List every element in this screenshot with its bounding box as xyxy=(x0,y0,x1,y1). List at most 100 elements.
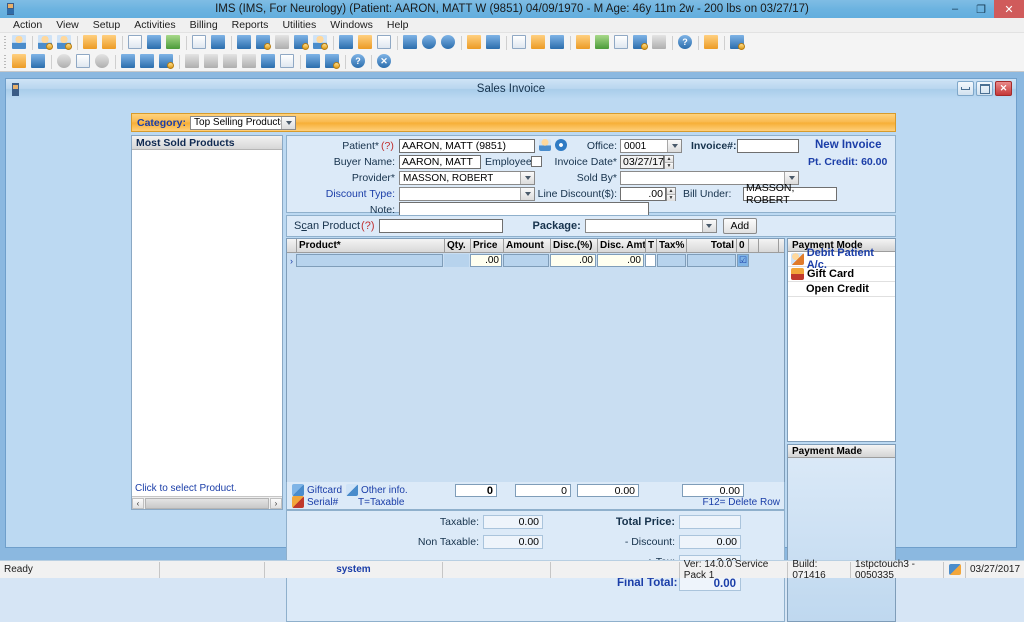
refresh-all-icon[interactable] xyxy=(324,53,341,70)
calendar-grid-icon[interactable] xyxy=(338,34,355,51)
patient-edit-icon[interactable] xyxy=(56,34,73,51)
refresh-icon[interactable] xyxy=(305,53,322,70)
cell-disc-amt[interactable]: .00 xyxy=(597,254,644,267)
save-icon[interactable] xyxy=(120,53,137,70)
grid-col-taxable[interactable]: T xyxy=(646,239,657,252)
cell-disc-pct[interactable]: .00 xyxy=(550,254,596,267)
invoice-date-field[interactable]: 03/27/17 xyxy=(620,155,664,169)
cell-total[interactable] xyxy=(687,254,736,267)
cell-product[interactable] xyxy=(296,254,443,267)
patient-field[interactable]: AARON, MATT (9851) xyxy=(399,139,535,153)
cell-tax-pct[interactable] xyxy=(657,254,686,267)
grid-col-extra1[interactable] xyxy=(749,239,759,252)
preview-icon[interactable] xyxy=(279,53,296,70)
bill-under-field[interactable]: MASSON, ROBERT xyxy=(743,182,837,206)
grid-col-total[interactable]: Total xyxy=(687,239,737,252)
menu-item-help[interactable]: Help xyxy=(380,18,416,33)
sales-invoice-minimize-button[interactable] xyxy=(957,81,974,96)
toolbar-grip[interactable] xyxy=(3,55,8,68)
buyer-name-field[interactable]: AARON, MATT xyxy=(399,155,481,169)
menu-item-windows[interactable]: Windows xyxy=(323,18,380,33)
sales-invoice-close-button[interactable]: ✕ xyxy=(995,81,1012,96)
app-restore-button[interactable]: ❐ xyxy=(968,0,994,18)
building-icon[interactable] xyxy=(274,34,291,51)
menu-item-utilities[interactable]: Utilities xyxy=(275,18,323,33)
office-select[interactable]: 0001 xyxy=(620,139,682,153)
dollar-icon[interactable] xyxy=(236,34,253,51)
close-icon[interactable]: ✕ xyxy=(376,53,393,70)
grid-col-disc-amt[interactable]: Disc. Amt. xyxy=(598,239,646,252)
grid-col-flag[interactable]: 0 xyxy=(737,239,749,252)
grid-col-extra2[interactable] xyxy=(759,239,779,252)
serial-number-icon[interactable] xyxy=(292,496,304,508)
lab-flask-icon[interactable] xyxy=(146,34,163,51)
cell-price[interactable]: .00 xyxy=(470,254,502,267)
cell-amount[interactable] xyxy=(503,254,549,267)
patient-refresh-icon[interactable] xyxy=(555,139,567,151)
menu-item-activities[interactable]: Activities xyxy=(127,18,182,33)
invoice-line-items-grid[interactable]: Product* Qty. Price Amount Disc.(%) Disc… xyxy=(286,238,785,486)
form-icon[interactable] xyxy=(466,34,483,51)
alert-letter-icon[interactable] xyxy=(376,34,393,51)
person-money-icon[interactable] xyxy=(312,34,329,51)
next-record-icon[interactable] xyxy=(222,53,239,70)
exit-icon[interactable] xyxy=(729,34,746,51)
card-person-icon[interactable] xyxy=(530,34,547,51)
patient-icon[interactable] xyxy=(11,34,28,51)
giftcard-link[interactable]: Giftcard xyxy=(307,485,342,496)
serial-number-link[interactable]: Serial# xyxy=(307,497,338,508)
category-select[interactable]: Top Selling Products xyxy=(190,115,297,130)
report-icon[interactable] xyxy=(549,34,566,51)
form-edit-icon[interactable] xyxy=(485,34,502,51)
package-select[interactable] xyxy=(584,219,717,233)
grid-col-product[interactable]: Product* xyxy=(297,239,445,252)
globe-sync-icon[interactable] xyxy=(440,34,457,51)
cell-qty[interactable] xyxy=(444,254,469,267)
prev-record-icon[interactable] xyxy=(203,53,220,70)
menu-item-billing[interactable]: Billing xyxy=(183,18,225,33)
find-icon[interactable] xyxy=(30,53,47,70)
appointment-icon[interactable] xyxy=(357,34,374,51)
toolbar-grip[interactable] xyxy=(3,36,8,49)
exchange-icon[interactable] xyxy=(594,34,611,51)
document-compare-icon[interactable] xyxy=(191,34,208,51)
chevron-down-icon[interactable] xyxy=(701,220,716,232)
open-folder-icon[interactable] xyxy=(82,34,99,51)
discount-type-select[interactable] xyxy=(399,187,535,201)
money-transfer-icon[interactable] xyxy=(293,34,310,51)
help-icon[interactable]: ? xyxy=(677,34,694,51)
status-icon-cell[interactable] xyxy=(944,561,966,578)
cell-flag-icon[interactable]: ☑ xyxy=(737,254,749,267)
back-arrow-icon[interactable] xyxy=(402,34,419,51)
refresh-globe-icon[interactable] xyxy=(421,34,438,51)
patient-lookup-icon[interactable] xyxy=(539,139,551,151)
menu-item-view[interactable]: View xyxy=(49,18,86,33)
help-icon[interactable]: ? xyxy=(350,53,367,70)
giftcard-icon[interactable] xyxy=(292,484,304,496)
grid-col-selector[interactable] xyxy=(287,239,297,252)
other-info-link[interactable]: Other info. xyxy=(361,485,408,496)
scan-product-input[interactable] xyxy=(378,219,503,233)
add-button[interactable]: Add xyxy=(722,218,757,234)
payment-mode-debit-patient-account[interactable]: Debit Patient A/c. xyxy=(788,247,895,271)
lock-icon[interactable] xyxy=(703,34,720,51)
app-minimize-button[interactable]: – xyxy=(942,0,968,18)
chevron-down-icon[interactable] xyxy=(281,116,296,129)
menu-item-reports[interactable]: Reports xyxy=(225,18,276,33)
layers-icon[interactable] xyxy=(210,34,227,51)
table-row[interactable]: › .00 .00 .00 ☑ xyxy=(287,253,784,268)
cell-taxable-checkbox[interactable] xyxy=(645,254,656,267)
chart-bar-icon[interactable] xyxy=(511,34,528,51)
grid-col-qty[interactable]: Qty. xyxy=(445,239,471,252)
provider-select[interactable]: MASSON, ROBERT xyxy=(399,171,535,185)
record-edit-icon[interactable] xyxy=(75,53,92,70)
payment-mode-open-credit[interactable]: Open Credit xyxy=(788,282,895,297)
menu-item-setup[interactable]: Setup xyxy=(86,18,127,33)
scroll-right-arrow-icon[interactable]: › xyxy=(270,497,282,509)
clipboard-icon[interactable] xyxy=(575,34,592,51)
open-file-icon[interactable] xyxy=(11,53,28,70)
prescription-icon[interactable] xyxy=(127,34,144,51)
other-info-icon[interactable] xyxy=(346,484,358,496)
last-record-icon[interactable] xyxy=(241,53,258,70)
menu-item-action[interactable]: Action xyxy=(6,18,49,33)
